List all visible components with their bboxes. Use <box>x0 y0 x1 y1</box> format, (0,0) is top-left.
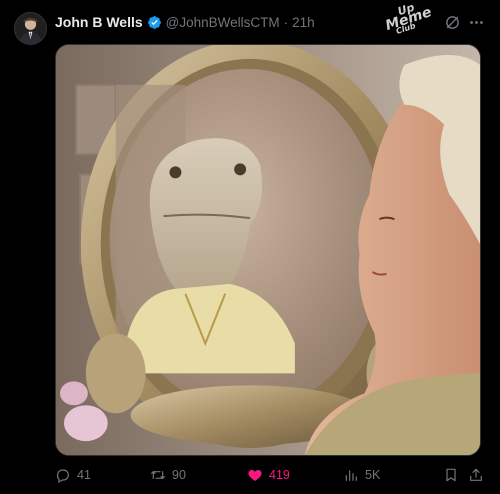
tweet-media-image[interactable] <box>55 44 481 456</box>
separator-dot: · <box>283 14 289 30</box>
repost-count: 90 <box>172 468 186 482</box>
watermark-logo: Up Meme Club <box>384 1 434 44</box>
author-name[interactable]: John B Wells <box>55 14 143 30</box>
verified-badge-icon <box>147 15 162 30</box>
like-count: 419 <box>269 468 290 482</box>
grok-button[interactable] <box>442 12 462 32</box>
views-button[interactable]: 5K <box>343 464 380 486</box>
more-icon <box>469 20 483 24</box>
share-icon <box>470 468 482 481</box>
share-button[interactable] <box>468 464 484 486</box>
bookmark-icon <box>446 468 456 482</box>
tweet: John B Wells @JohnBWellsCTM · 21h Up Mem… <box>0 0 500 494</box>
views-count: 5K <box>365 468 381 482</box>
more-options-button[interactable] <box>466 12 486 32</box>
author-handle[interactable]: @JohnBWellsCTM <box>166 15 280 30</box>
like-button[interactable]: 419 <box>247 464 290 486</box>
avatar[interactable] <box>14 12 47 45</box>
photo-illustration <box>56 45 480 455</box>
avatar-image <box>15 13 46 44</box>
timestamp[interactable]: 21h <box>292 15 315 30</box>
grok-icon <box>445 15 459 29</box>
reply-icon <box>56 469 69 483</box>
heart-icon <box>248 470 262 481</box>
tweet-header: John B Wells @JohnBWellsCTM · 21h <box>55 12 315 32</box>
action-bar: 41 90 419 5K <box>55 464 487 486</box>
retweet-icon <box>151 471 165 479</box>
reply-count: 41 <box>77 468 91 482</box>
views-icon <box>345 470 357 481</box>
repost-button[interactable]: 90 <box>150 464 186 486</box>
bookmark-button[interactable] <box>443 464 459 486</box>
reply-button[interactable]: 41 <box>55 464 91 486</box>
